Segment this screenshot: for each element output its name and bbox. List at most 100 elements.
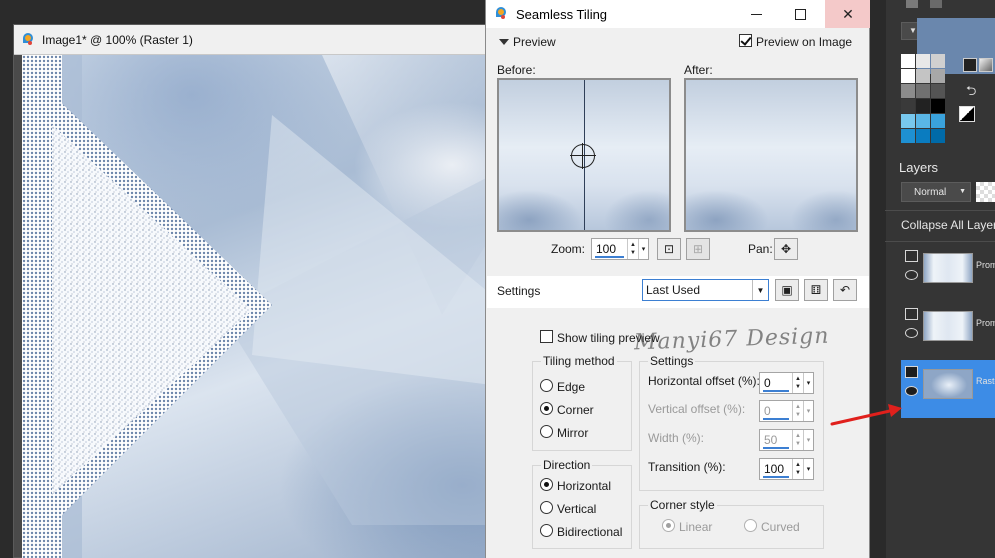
image-canvas[interactable] [22,55,492,558]
spinner-dropdown-icon[interactable]: ▾ [803,401,813,421]
palette-swatch[interactable] [901,99,915,113]
vertical-offset-spinner[interactable]: 0 ▲ ▼ ▾ [759,400,814,422]
vertical-offset-value[interactable]: 0 [764,404,771,418]
spinner-dropdown-icon[interactable]: ▾ [803,373,813,393]
zoom-spinner[interactable]: 100 ▲ ▼ ▾ [591,238,649,260]
save-preset-button[interactable]: ▣ [775,279,799,301]
zoom-dropdown-icon[interactable]: ▾ [638,239,648,259]
blend-mode-select[interactable]: Normal ▼ [901,182,971,202]
zoom-arrows-icon[interactable]: ▲ ▼ [627,239,638,259]
image-window-titlebar[interactable]: Image1* @ 100% (Raster 1) [14,25,492,55]
curved-label[interactable]: Curved [761,520,800,534]
palette-swatch[interactable] [931,129,945,143]
layer-row-selected[interactable]: Raste [901,360,995,418]
layer-link-icon[interactable] [905,308,918,320]
dice-icon: ⚅ [810,283,822,297]
reset-colors-icon[interactable] [959,106,975,122]
pan-button[interactable]: ✥ [774,238,798,260]
spinner-dropdown-icon[interactable]: ▾ [803,459,813,479]
spinner-arrows-icon[interactable]: ▲ ▼ [792,459,803,479]
spinner-dropdown-icon[interactable]: ▾ [803,430,813,450]
corner-label[interactable]: Corner [557,403,594,417]
dialog-titlebar[interactable]: Seamless Tiling ✕ [486,0,871,28]
layer-link-icon[interactable] [905,366,918,378]
before-preview[interactable] [497,78,671,232]
layer-row[interactable]: Prom [901,244,995,302]
chevron-down-icon[interactable]: ▼ [752,280,768,300]
palette-swatch[interactable] [916,54,930,68]
palette-swatch[interactable] [931,99,945,113]
app-icon [22,32,36,47]
preset-select[interactable]: Last Used ▼ [642,279,769,301]
radio-mirror[interactable] [540,425,553,438]
preview-section-label[interactable]: Preview [513,35,556,49]
spinner-arrows-icon[interactable]: ▲ ▼ [792,373,803,393]
transition-value[interactable]: 100 [764,462,784,476]
palette-swatch[interactable] [916,69,930,83]
zoom-fit-icon: ⊡ [663,242,675,256]
eye-icon[interactable] [905,386,918,396]
zoom-to-fit-button[interactable]: ⊡ [657,238,681,260]
maximize-button[interactable] [777,0,823,28]
eye-icon[interactable] [905,270,918,280]
layer-row[interactable]: Prom [901,302,995,360]
mirror-label[interactable]: Mirror [557,426,588,440]
reset-button[interactable]: ↶ [833,279,857,301]
collapse-preview-icon[interactable] [499,39,509,45]
edge-label[interactable]: Edge [557,380,585,394]
crosshair-icon[interactable] [570,143,596,169]
palette-swatch[interactable] [931,54,945,68]
radio-corner[interactable] [540,402,553,415]
close-button[interactable]: ✕ [825,0,871,28]
texture-toggle-icon[interactable] [963,58,977,72]
panel-toggle-icon[interactable] [930,0,942,8]
radio-horizontal[interactable] [540,478,553,491]
linear-label[interactable]: Linear [679,520,712,534]
opacity-thumb[interactable] [976,182,995,202]
layer-link-icon[interactable] [905,250,918,262]
width-spinner[interactable]: 50 ▲ ▼ ▾ [759,429,814,451]
radio-curved[interactable] [744,519,757,532]
radio-vertical[interactable] [540,501,553,514]
minimize-button[interactable] [733,0,779,28]
palette-swatch[interactable] [901,114,915,128]
spinner-arrows-icon[interactable]: ▲ ▼ [792,430,803,450]
radio-edge[interactable] [540,379,553,392]
preview-on-image-checkbox[interactable] [739,34,752,47]
randomize-button[interactable]: ⚅ [804,279,828,301]
preview-on-image-label[interactable]: Preview on Image [756,35,852,49]
palette-swatch[interactable] [901,69,915,83]
horizontal-label[interactable]: Horizontal [557,479,611,493]
spinner-arrows-icon[interactable]: ▲ ▼ [792,401,803,421]
palette-swatch[interactable] [931,84,945,98]
eye-icon[interactable] [905,328,918,338]
actual-size-button[interactable]: ⊞ [686,238,710,260]
image-window[interactable]: Image1* @ 100% (Raster 1) [13,24,493,558]
collapse-all-layers-button[interactable]: Collapse All Layers [901,218,995,232]
show-tiling-preview-checkbox[interactable] [540,330,553,343]
vertical-label[interactable]: Vertical [557,502,596,516]
gradient-toggle-icon[interactable] [979,58,993,72]
palette-swatch[interactable] [931,114,945,128]
horizontal-offset-spinner[interactable]: 0 ▲ ▼ ▾ [759,372,814,394]
width-value[interactable]: 50 [764,433,777,447]
swap-colors-icon[interactable]: ⮌ [966,82,984,98]
palette-swatch[interactable] [916,99,930,113]
pan-icon: ✥ [780,242,792,256]
annotation-arrow-icon [830,404,902,426]
palette-swatch[interactable] [916,114,930,128]
transition-spinner[interactable]: 100 ▲ ▼ ▾ [759,458,814,480]
palette-swatch[interactable] [901,129,915,143]
bidirectional-label[interactable]: Bidirectional [557,525,622,539]
panel-toggle-icon[interactable] [906,0,918,8]
palette-swatch[interactable] [901,84,915,98]
radio-linear[interactable] [662,519,675,532]
palette-swatch[interactable] [916,84,930,98]
palette-swatch[interactable] [931,69,945,83]
palette-swatch[interactable] [916,129,930,143]
radio-bidirectional[interactable] [540,524,553,537]
horizontal-offset-value[interactable]: 0 [764,376,771,390]
direction-title: Direction [541,458,593,472]
palette-swatch[interactable] [901,54,915,68]
zoom-value[interactable]: 100 [596,242,616,256]
